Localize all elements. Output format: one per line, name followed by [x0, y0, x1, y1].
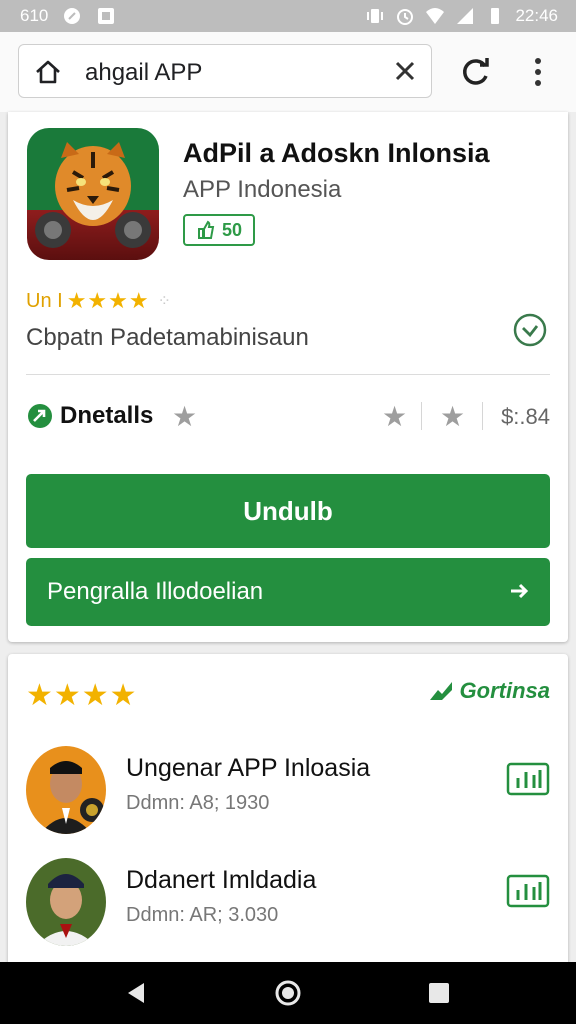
avatar [26, 746, 106, 834]
rating-stars: ★★★★ [66, 288, 150, 313]
app-size: $:.84 [501, 404, 550, 429]
review-item[interactable]: Ungenar APP Inloasia Ddmn: A8; 1930 [26, 746, 550, 836]
reviews-action[interactable]: Gortinsa [428, 678, 550, 704]
thumb-up-icon [197, 220, 215, 239]
url-text[interactable]: ahgail APP [85, 59, 202, 87]
alarm-icon [397, 9, 414, 25]
star-icon[interactable]: ★ [440, 400, 465, 433]
star-icon[interactable]: ★ [382, 400, 407, 433]
arrow-right-icon [511, 583, 529, 599]
leaf-arrow-icon [429, 682, 452, 700]
status-time: 22:46 [515, 6, 558, 25]
details-label[interactable]: Dnetalls [60, 402, 153, 430]
rating-row: Un I ★★★★ ⁘ [26, 288, 171, 314]
review-meta: Ddmn: AR; 3.030 [126, 904, 279, 926]
star-icon[interactable]: ★ [172, 400, 197, 433]
status-left-text: 610 [20, 6, 49, 25]
review-item[interactable]: Ddanert Imldadia Ddmn: AR; 3.030 [26, 858, 550, 948]
navigation-bar [0, 962, 576, 1024]
recents-icon[interactable] [424, 978, 454, 1008]
review-author: Ungenar APP Inloasia [126, 754, 371, 782]
bar-chart-icon[interactable] [506, 762, 550, 796]
separator [482, 402, 483, 430]
close-icon[interactable] [393, 59, 417, 83]
download-button[interactable]: Undulb [26, 474, 550, 548]
battery-icon [491, 8, 500, 24]
badge-value: 50 [221, 219, 243, 240]
divider [26, 374, 550, 375]
reviews-stars: ★★★★ [26, 679, 138, 712]
expand-check-icon[interactable] [512, 312, 548, 348]
signal-icon [457, 8, 474, 24]
tiger-logo-icon [35, 142, 151, 248]
app-subtitle: APP Indonesia [183, 176, 342, 203]
browser-toolbar: ahgail APP [0, 32, 576, 112]
image-icon [98, 8, 115, 24]
avatar [26, 858, 106, 946]
secondary-action-button[interactable]: Pengralla Illodoelian [26, 558, 550, 626]
details-arrow-icon[interactable] [26, 402, 54, 430]
rating-prefix: Un I [26, 289, 63, 312]
reviews-card: ★★★★ Gortinsa Ungenar APP Inloasia Ddmn:… [8, 654, 568, 974]
reload-icon[interactable] [460, 56, 492, 88]
rating-badge: 50 [183, 214, 255, 246]
reviews-action-label: Gortinsa [459, 678, 550, 703]
separator [421, 402, 422, 430]
more-vert-icon[interactable] [528, 56, 548, 88]
details-row: Dnetalls ★ ★ ★ $:.84 [26, 398, 550, 434]
vibrate-icon [367, 9, 384, 23]
secondary-button-label: Pengralla Illodoelian [47, 578, 264, 605]
wifi-icon [426, 8, 445, 24]
review-author: Ddanert Imldadia [126, 866, 317, 894]
loading-dots-icon: ⁘ [157, 293, 171, 310]
app-info-card: AdPil a Adoskn Inlonsia APP Indonesia 50… [8, 112, 568, 642]
bar-chart-icon[interactable] [506, 874, 550, 908]
circle-icon [64, 8, 81, 24]
back-icon[interactable] [122, 978, 152, 1008]
app-icon[interactable] [27, 128, 159, 260]
app-title: AdPil a Adoskn Inlonsia [183, 138, 490, 168]
app-description: Cbpatn Padetamabinisaun [26, 324, 309, 351]
home-circle-icon[interactable] [273, 978, 303, 1008]
address-bar[interactable]: ahgail APP [18, 44, 432, 98]
review-meta: Ddmn: A8; 1930 [126, 792, 270, 814]
status-bar: 610 22:46 [0, 0, 576, 32]
home-icon[interactable] [33, 57, 63, 87]
